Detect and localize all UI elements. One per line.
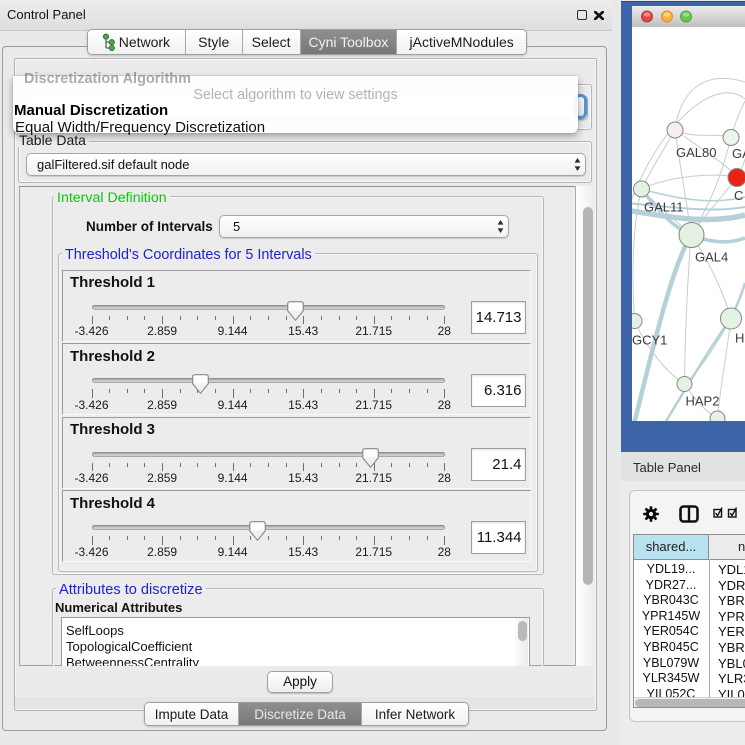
svg-text:GA: GA [732, 146, 745, 161]
svg-text:C: C [734, 188, 743, 203]
svg-text:H: H [735, 331, 744, 346]
svg-text:GCY1: GCY1 [632, 333, 667, 348]
svg-text:HAP2: HAP2 [686, 394, 720, 409]
svg-text:GAL80: GAL80 [676, 145, 716, 160]
svg-text:GAL11: GAL11 [644, 200, 684, 215]
svg-text:GAL4: GAL4 [695, 250, 728, 265]
